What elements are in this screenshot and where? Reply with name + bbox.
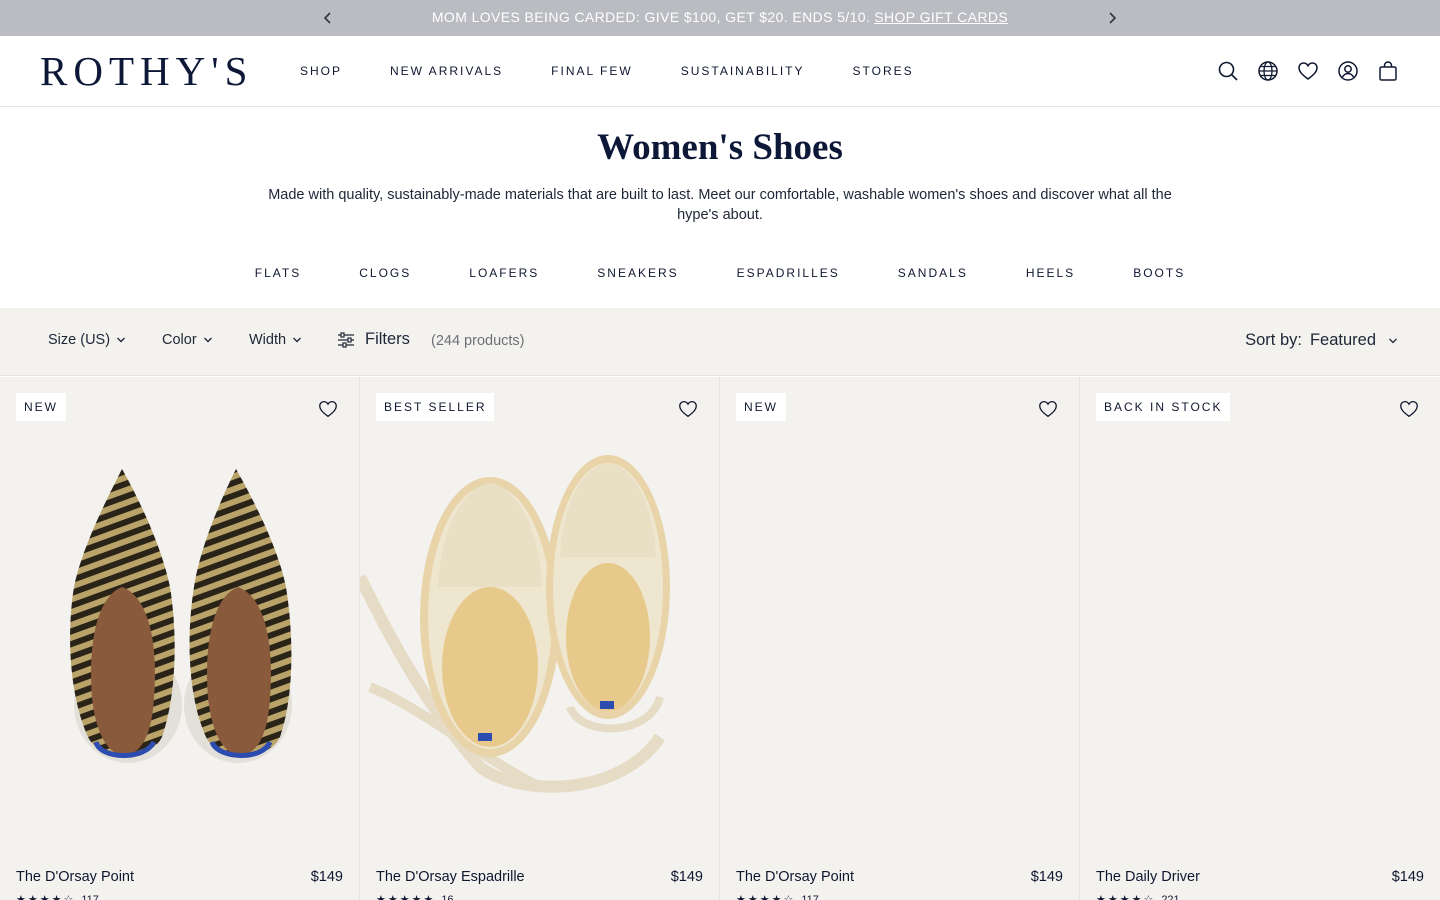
review-count: 117 [81, 893, 99, 900]
product-name[interactable]: The D'Orsay Point [16, 869, 134, 885]
promo-link-shop-gift-cards[interactable]: SHOP GIFT CARDS [874, 9, 1008, 25]
globe-icon[interactable] [1256, 59, 1280, 83]
promo-text: MOM LOVES BEING CARDED: GIVE $100, GET $… [431, 9, 871, 25]
product-card[interactable]: BACK IN STOCK The Daily Driver $149 ★★★★… [1080, 377, 1440, 900]
promo-next-arrow-icon[interactable] [1103, 9, 1121, 27]
wishlist-heart-icon[interactable] [1037, 398, 1059, 420]
product-badge: BEST SELLER [376, 393, 495, 421]
product-name[interactable]: The D'Orsay Espadrille [376, 869, 525, 885]
rating-stars-icon: ★★★★☆ [16, 894, 76, 900]
product-badge: NEW [16, 393, 66, 421]
shopping-bag-icon[interactable] [1376, 59, 1400, 83]
product-image[interactable] [1080, 437, 1440, 817]
nav-stores[interactable]: STORES [853, 64, 914, 78]
size-filter-dropdown[interactable]: Size (US) [48, 332, 126, 348]
main-nav: SHOP NEW ARRIVALS FINAL FEW SUSTAINABILI… [300, 36, 962, 106]
filter-sliders-icon [338, 331, 354, 348]
product-image[interactable] [0, 437, 360, 817]
category-clogs[interactable]: CLOGS [359, 266, 411, 280]
category-sneakers[interactable]: SNEAKERS [597, 266, 678, 280]
product-rating: ★★★★☆ 117 [736, 893, 819, 900]
review-count: 117 [801, 893, 819, 900]
filters-button[interactable]: Filters [337, 330, 410, 349]
product-price: $149 [310, 869, 343, 885]
review-count: 221 [1161, 893, 1180, 900]
sort-label: Sort by: [1245, 331, 1302, 349]
width-filter-label: Width [249, 332, 287, 348]
chevron-down-icon [1389, 338, 1397, 343]
chevron-down-icon [203, 337, 212, 343]
product-image[interactable] [360, 437, 720, 817]
chevron-down-icon [293, 337, 302, 343]
rating-stars-icon: ★★★★☆ [736, 894, 796, 900]
category-heels[interactable]: HEELS [1026, 266, 1075, 280]
category-espadrilles[interactable]: ESPADRILLES [737, 266, 840, 280]
promo-bar: MOM LOVES BEING CARDED: GIVE $100, GET $… [0, 0, 1440, 36]
product-card[interactable]: BEST SELLER The D'Orsay Espadrille $149 … [360, 377, 720, 900]
promo-message: MOM LOVES BEING CARDED: GIVE $100, GET $… [0, 0, 1440, 36]
category-flats[interactable]: FLATS [255, 266, 301, 280]
product-name[interactable]: The D'Orsay Point [736, 869, 854, 885]
product-count: (244 products) [431, 333, 525, 349]
size-filter-label: Size (US) [48, 332, 111, 348]
product-rating: ★★★★☆ 221 [1096, 893, 1180, 900]
product-rating: ★★★★★ 16 [376, 893, 454, 900]
category-nav: FLATS CLOGS LOAFERS SNEAKERS ESPADRILLES… [0, 266, 1440, 280]
product-name[interactable]: The Daily Driver [1096, 869, 1200, 885]
rating-stars-icon: ★★★★★ [376, 894, 436, 900]
account-icon[interactable] [1336, 59, 1360, 83]
product-card[interactable]: NEW The D'Orsay Point $149 ★★★★☆ 117 [0, 377, 360, 900]
site-header: ROTHY'S SHOP NEW ARRIVALS FINAL FEW SUST… [0, 36, 1440, 107]
filter-bar: Size (US) Color Width Filters (244 produ… [0, 308, 1440, 376]
product-price: $149 [670, 869, 703, 885]
nav-shop[interactable]: SHOP [300, 64, 342, 78]
color-filter-dropdown[interactable]: Color [162, 332, 213, 348]
product-image[interactable] [720, 437, 1080, 817]
review-count: 16 [441, 893, 454, 900]
header-icons [1200, 59, 1400, 83]
filters-label: Filters [365, 330, 410, 348]
product-badge: NEW [736, 393, 786, 421]
category-loafers[interactable]: LOAFERS [469, 266, 539, 280]
sort-dropdown[interactable]: Sort by: Featured [1245, 331, 1398, 350]
sort-value: Featured [1309, 331, 1376, 349]
nav-new-arrivals[interactable]: NEW ARRIVALS [390, 64, 503, 78]
product-price: $149 [1391, 869, 1424, 885]
product-rating: ★★★★☆ 117 [16, 893, 99, 900]
page-description: Made with quality, sustainably-made mate… [268, 187, 1172, 223]
product-badge: BACK IN STOCK [1096, 393, 1231, 421]
brand-logo[interactable]: ROTHY'S [40, 51, 262, 92]
width-filter-dropdown[interactable]: Width [249, 332, 302, 348]
nav-sustainability[interactable]: SUSTAINABILITY [681, 64, 805, 78]
product-card[interactable]: NEW The D'Orsay Point $149 ★★★★☆ 117 [720, 377, 1080, 900]
nav-final-few[interactable]: FINAL FEW [551, 64, 633, 78]
wishlist-heart-icon[interactable] [1296, 59, 1320, 83]
product-grid: NEW The D'Orsay Point $149 ★★★★☆ 117 BES… [0, 377, 1440, 900]
search-icon[interactable] [1216, 59, 1240, 83]
color-filter-label: Color [162, 332, 197, 348]
category-boots[interactable]: BOOTS [1133, 266, 1185, 280]
product-price: $149 [1030, 869, 1063, 885]
category-sandals[interactable]: SANDALS [898, 266, 968, 280]
wishlist-heart-icon[interactable] [317, 398, 339, 420]
chevron-down-icon [117, 337, 126, 343]
wishlist-heart-icon[interactable] [1398, 398, 1420, 420]
rating-stars-icon: ★★★★☆ [1096, 894, 1156, 900]
wishlist-heart-icon[interactable] [677, 398, 699, 420]
page-title: Women's Shoes [597, 127, 843, 168]
